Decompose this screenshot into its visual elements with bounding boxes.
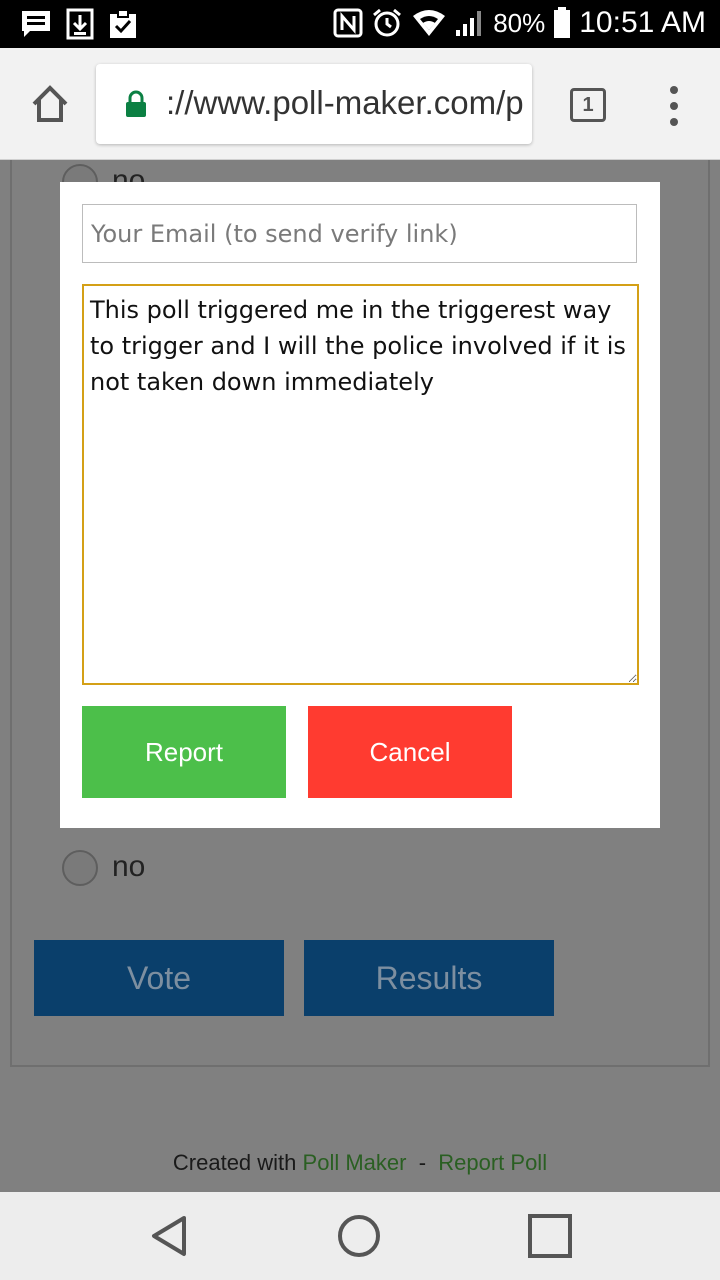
results-button[interactable]: Results [304, 940, 554, 1016]
report-reason-textarea[interactable]: This poll triggered me in the triggerest… [82, 284, 639, 685]
home-icon[interactable] [28, 82, 72, 126]
address-bar[interactable]: ://www.poll-maker.com/p [96, 64, 532, 144]
overflow-menu-icon[interactable] [664, 86, 684, 126]
report-dialog: This poll triggered me in the triggerest… [60, 182, 660, 828]
battery-icon [554, 7, 571, 38]
footer: Created with Poll Maker - Report Poll [0, 1150, 720, 1176]
nfc-icon [333, 8, 363, 38]
recents-icon[interactable] [526, 1212, 574, 1260]
email-field[interactable] [82, 204, 637, 263]
alarm-icon [373, 8, 402, 37]
signal-icon [456, 11, 482, 36]
system-navigation-bar [0, 1192, 720, 1280]
message-icon [22, 11, 50, 37]
cancel-button[interactable]: Cancel [308, 706, 512, 798]
vote-button[interactable]: Vote [34, 940, 284, 1016]
radio-option-no[interactable] [62, 850, 98, 886]
browser-toolbar: ://www.poll-maker.com/p 1 [0, 48, 720, 160]
back-icon[interactable] [146, 1212, 194, 1260]
clock: 10:51 AM [579, 6, 706, 39]
home-nav-icon[interactable] [335, 1212, 383, 1260]
download-icon [66, 8, 94, 40]
battery-percent: 80% [493, 7, 546, 38]
wifi-icon [413, 10, 446, 36]
option-label-no: no [112, 850, 146, 883]
report-poll-link[interactable]: Report Poll [438, 1150, 547, 1175]
url-text: ://www.poll-maker.com/p [166, 84, 524, 121]
clipboard-check-icon [110, 9, 136, 38]
status-notification-icons [20, 8, 138, 40]
footer-created-with: Created with [172, 1150, 297, 1175]
status-system-icons: 80% 10:51 AM [333, 6, 706, 40]
report-button[interactable]: Report [82, 706, 286, 798]
status-bar: 80% 10:51 AM [0, 0, 720, 48]
poll-maker-link[interactable]: Poll Maker [303, 1150, 407, 1175]
lock-icon [126, 90, 146, 117]
tab-switcher-button[interactable]: 1 [570, 88, 606, 122]
footer-separator: - [418, 1150, 427, 1175]
